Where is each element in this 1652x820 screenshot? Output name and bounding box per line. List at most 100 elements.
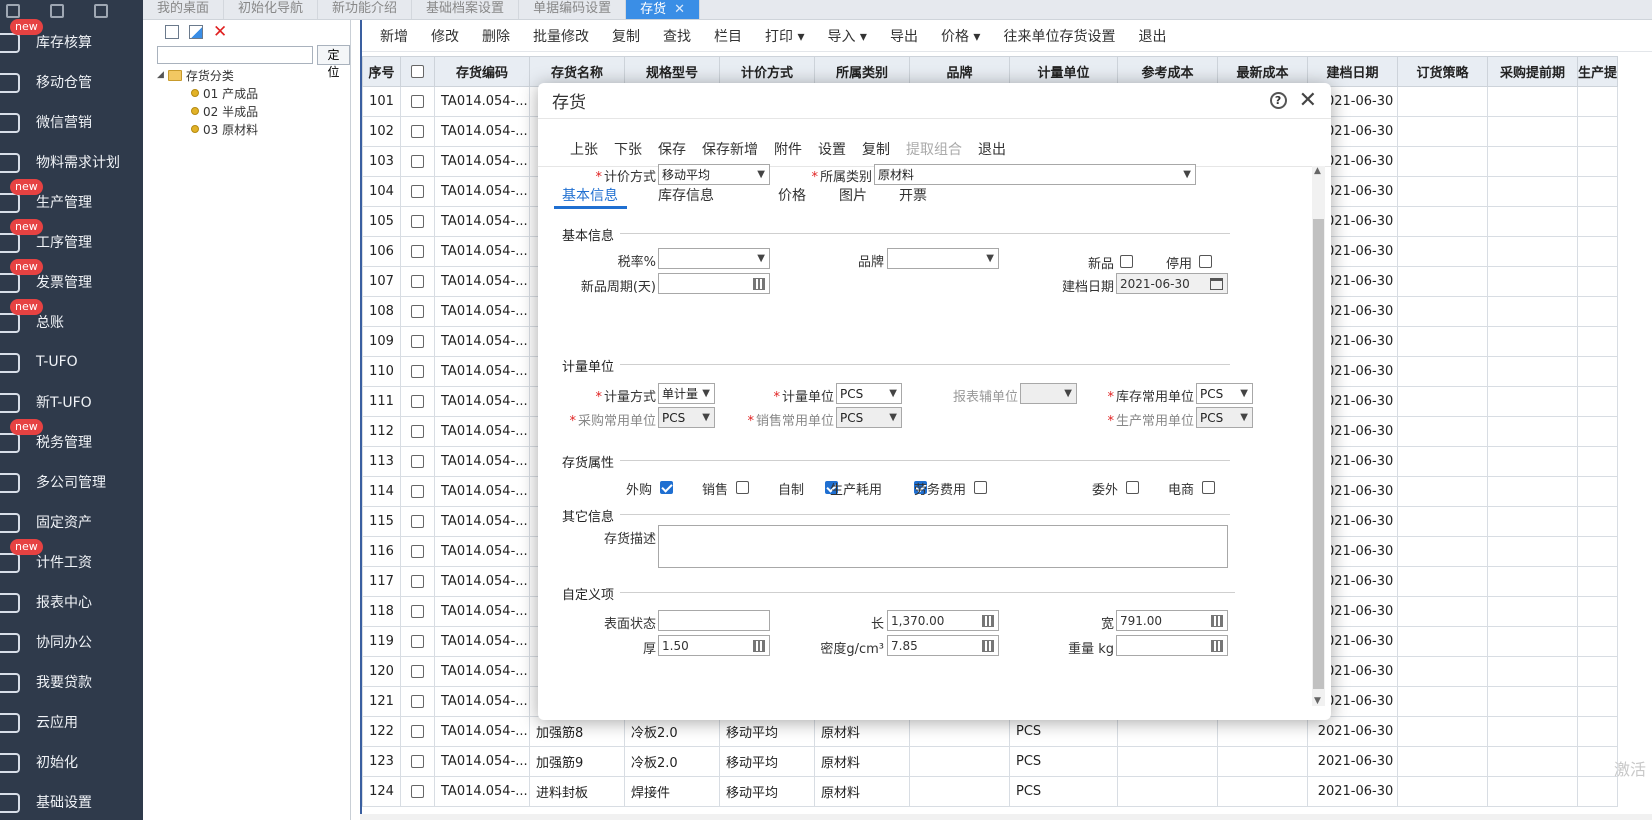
dialog-tool-button[interactable]: 下张 xyxy=(614,139,642,159)
sidebar-item[interactable]: new 工序管理 xyxy=(0,219,143,262)
calculator-icon[interactable] xyxy=(753,639,765,652)
collapse-caret-icon[interactable]: ◢ xyxy=(157,70,164,80)
tab-images[interactable]: 图片 xyxy=(839,185,867,205)
table-row[interactable]: 124 TA014.054-... 进料封板 焊接件 移动平均 原材料 PCS 2021-06… xyxy=(362,776,1618,807)
dialog-tool-button[interactable]: 设置 xyxy=(818,139,846,159)
density-input[interactable]: 7.85 xyxy=(887,635,999,656)
sidebar-item[interactable]: 基础设置 xyxy=(0,782,143,820)
sidebar-item[interactable]: 初始化 xyxy=(0,742,143,782)
row-checkbox[interactable] xyxy=(411,485,424,498)
row-checkbox[interactable] xyxy=(411,425,424,438)
tab-item[interactable]: 存货 ✕ xyxy=(626,0,700,19)
report-aux-unit-select[interactable]: ▼ xyxy=(1020,383,1077,404)
toolbar-button[interactable]: 导入 ▾ xyxy=(827,26,866,46)
dialog-tool-button[interactable]: 保存新增 xyxy=(702,139,758,159)
sidebar-item[interactable]: new 发票管理 xyxy=(0,259,143,302)
stock-unit-select[interactable]: PCS ▼ xyxy=(1196,383,1253,404)
select-all-checkbox[interactable] xyxy=(411,65,424,78)
column-header[interactable]: 存货名称 xyxy=(529,56,625,87)
brand-select[interactable]: ▼ xyxy=(887,248,999,269)
toolbar-button[interactable]: 复制 xyxy=(612,26,640,46)
scroll-up-icon[interactable]: ▲ xyxy=(1314,166,1321,176)
column-header[interactable]: 存货编码 xyxy=(434,56,530,87)
column-header[interactable]: 订货策略 xyxy=(1397,56,1488,87)
sidebar-item[interactable]: new 税务管理 xyxy=(0,419,143,462)
sidebar-item[interactable]: 协同办公 xyxy=(0,622,143,662)
menu-icon[interactable] xyxy=(6,4,20,18)
column-header[interactable]: 规格型号 xyxy=(624,56,720,87)
column-header[interactable]: 生产提 xyxy=(1577,56,1618,87)
tab-price[interactable]: 价格 xyxy=(778,185,806,205)
row-checkbox[interactable] xyxy=(411,155,424,168)
attribute-checkbox[interactable] xyxy=(660,481,673,494)
dialog-scrollbar[interactable]: ▲ ▼ xyxy=(1312,166,1325,706)
sidebar-item[interactable]: 新T-UFO xyxy=(0,382,143,422)
attribute-checkbox[interactable] xyxy=(736,481,749,494)
row-checkbox[interactable] xyxy=(411,605,424,618)
sidebar-item[interactable]: 我要贷款 xyxy=(0,662,143,702)
tab-item[interactable]: 初始化导航 xyxy=(224,0,319,19)
calculator-icon[interactable] xyxy=(1211,639,1223,652)
delete-icon[interactable]: ✕ xyxy=(213,24,227,41)
tab-stock-info[interactable]: 库存信息 xyxy=(658,185,714,205)
toolbar-button[interactable]: 新增 xyxy=(380,26,408,46)
tree-search-input[interactable] xyxy=(157,46,313,64)
toolbar-button[interactable]: 价格 ▾ xyxy=(941,26,980,46)
tree-root-node[interactable]: ◢ 存货分类 xyxy=(151,66,350,84)
row-checkbox[interactable] xyxy=(411,575,424,588)
toolbar-button[interactable]: 查找 xyxy=(663,26,691,46)
column-header[interactable] xyxy=(400,56,435,87)
calculator-icon[interactable] xyxy=(753,277,765,290)
attribute-checkbox[interactable] xyxy=(974,481,987,494)
sidebar-item[interactable]: 物料需求计划 xyxy=(0,142,143,182)
calculator-icon[interactable] xyxy=(982,639,994,652)
unit-select[interactable]: PCS ▼ xyxy=(836,383,902,404)
sidebar-item[interactable]: 多公司管理 xyxy=(0,462,143,502)
row-checkbox[interactable] xyxy=(411,515,424,528)
dialog-tool-button[interactable]: 提取组合 xyxy=(906,139,962,159)
row-checkbox[interactable] xyxy=(411,755,424,768)
new-cycle-input[interactable] xyxy=(658,273,770,294)
help-icon[interactable]: ? xyxy=(1269,92,1287,109)
width-input[interactable]: 791.00 xyxy=(1116,610,1228,631)
toolbar-button[interactable]: 栏目 xyxy=(714,26,742,46)
tab-item[interactable]: 单据编码设置 xyxy=(519,0,627,19)
tab-basic-info[interactable]: 基本信息 xyxy=(562,185,618,205)
dialog-tool-button[interactable]: 退出 xyxy=(978,139,1006,159)
dialog-tool-button[interactable]: 上张 xyxy=(570,139,598,159)
dialog-tool-button[interactable]: 附件 xyxy=(774,139,802,159)
toolbar-button[interactable]: 往来单位存货设置 xyxy=(1003,26,1115,46)
disabled-checkbox[interactable] xyxy=(1199,255,1212,268)
row-checkbox[interactable] xyxy=(411,665,424,678)
production-unit-select[interactable]: PCS ▼ xyxy=(1196,407,1253,428)
row-checkbox[interactable] xyxy=(411,305,424,318)
row-checkbox[interactable] xyxy=(411,275,424,288)
new-product-checkbox[interactable] xyxy=(1120,255,1133,268)
sidebar-item[interactable]: 固定资产 xyxy=(0,502,143,542)
column-header[interactable]: 品牌 xyxy=(909,56,1010,87)
tax-rate-select[interactable]: ▼ xyxy=(658,248,770,269)
row-checkbox[interactable] xyxy=(411,335,424,348)
row-checkbox[interactable] xyxy=(411,95,424,108)
column-header[interactable]: 所属类别 xyxy=(814,56,910,87)
sidebar-item[interactable]: 报表中心 xyxy=(0,582,143,622)
row-checkbox[interactable] xyxy=(411,545,424,558)
locate-button[interactable]: 定位 xyxy=(317,45,350,79)
sales-unit-select[interactable]: PCS ▼ xyxy=(836,407,902,428)
sidebar-item[interactable]: new 总账 xyxy=(0,299,143,342)
column-header[interactable]: 采购提前期 xyxy=(1487,56,1578,87)
thickness-input[interactable]: 1.50 xyxy=(658,635,770,656)
horizontal-scrollbar[interactable] xyxy=(360,814,1652,820)
row-checkbox[interactable] xyxy=(411,785,424,798)
tree-node[interactable]: 02 半成品 xyxy=(151,102,350,120)
unit-mode-select[interactable]: 单计量 ▼ xyxy=(658,383,715,404)
calendar-icon[interactable] xyxy=(1210,277,1223,290)
attribute-checkbox[interactable] xyxy=(1126,481,1139,494)
table-row[interactable]: 123 TA014.054-... 加强筋9 冷板2.0 移动平均 原材料 PCS 2021-… xyxy=(362,746,1618,777)
toolbar-button[interactable]: 打印 ▾ xyxy=(765,26,804,46)
toolbar-button[interactable]: 批量修改 xyxy=(533,26,589,46)
sidebar-item[interactable]: new 计件工资 xyxy=(0,539,143,582)
tree-node[interactable]: 01 产成品 xyxy=(151,84,350,102)
length-input[interactable]: 1,370.00 xyxy=(887,610,999,631)
row-checkbox[interactable] xyxy=(411,245,424,258)
